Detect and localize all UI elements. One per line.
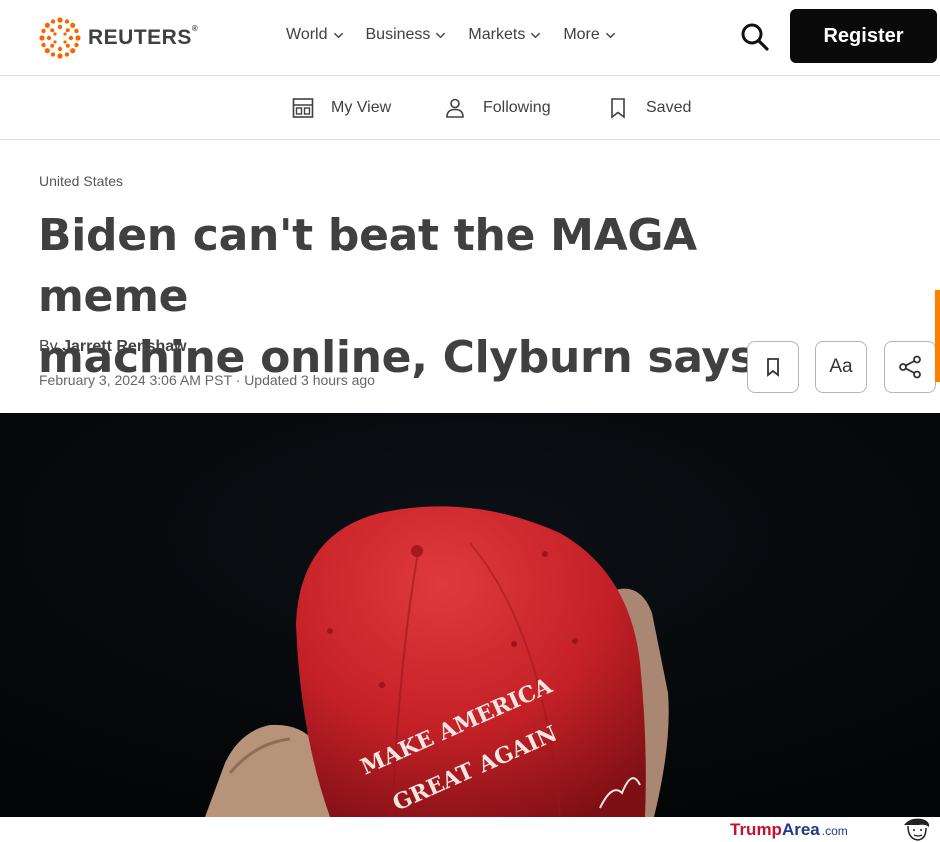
nav-link-label: Markets (468, 26, 526, 43)
nav-link-world[interactable]: World (286, 26, 344, 44)
person-icon (446, 98, 464, 118)
register-button[interactable]: Register (790, 9, 937, 63)
subnav-my-view[interactable]: My View (292, 97, 391, 119)
search-icon[interactable] (738, 20, 772, 54)
bookmark-icon (611, 98, 625, 119)
share-button[interactable] (884, 341, 936, 393)
bookmark-icon (767, 358, 779, 377)
subnav-label: My View (331, 99, 392, 116)
trumparea-watermark: TrumpArea .com (730, 820, 848, 840)
publish-date: February 3, 2024 3:06 AM PST (39, 372, 232, 388)
headline-line-1: Biden can't beat the MAGA meme (38, 210, 697, 322)
article-headline: Biden can't beat the MAGA meme machine o… (38, 205, 838, 388)
layout-icon (292, 98, 314, 118)
chevron-down-icon (436, 32, 446, 38)
text-size-label: Aa (829, 356, 853, 377)
subnav-following[interactable]: Following (444, 97, 551, 119)
nav-link-label: World (286, 26, 328, 43)
save-article-button[interactable] (747, 341, 799, 393)
maga-cap-photo: MAKE AMERICA GREAT AGAIN (0, 413, 940, 817)
nav-link-label: More (563, 26, 600, 43)
subnav-saved[interactable]: Saved (607, 97, 691, 119)
updated-time: · Updated 3 hours ago (235, 372, 375, 388)
watermark-part-2: Area (781, 820, 820, 839)
author-link[interactable]: Jarrett Renshaw (62, 338, 187, 355)
share-icon (899, 355, 921, 379)
section-link[interactable]: United States (39, 173, 123, 189)
nav-link-label: Business (365, 26, 431, 43)
article-lead-photo: MAKE AMERICA GREAT AGAIN (0, 413, 940, 817)
top-navigation-bar: REUTERS® World Business Markets More Reg… (0, 0, 940, 76)
side-accent-bar (935, 290, 940, 382)
subnav-label: Following (483, 99, 551, 116)
byline: By Jarrett Renshaw (39, 338, 187, 356)
subnav-label: Saved (646, 99, 692, 116)
text-size-button[interactable]: Aa (815, 341, 867, 393)
chevron-down-icon (333, 32, 343, 38)
secondary-navigation: My View Following Saved (0, 77, 940, 140)
watermark-part-3: .com (821, 824, 848, 838)
dateline: February 3, 2024 3:06 AM PST · Updated 3… (39, 372, 375, 388)
reuters-logo[interactable]: REUTERS® (38, 16, 198, 60)
nav-link-business[interactable]: Business (366, 26, 447, 44)
reuters-logo-mark-icon (39, 17, 81, 59)
chevron-down-icon (605, 32, 615, 38)
brand-name: REUTERS® (88, 24, 199, 49)
main-nav-links: World Business Markets More (286, 26, 638, 44)
nav-link-more[interactable]: More (563, 26, 615, 44)
caricature-face-icon (904, 818, 930, 841)
nav-link-markets[interactable]: Markets (468, 26, 541, 44)
chevron-down-icon (531, 32, 541, 38)
byline-prefix: By (39, 338, 58, 355)
watermark-part-1: Trump (730, 820, 782, 839)
